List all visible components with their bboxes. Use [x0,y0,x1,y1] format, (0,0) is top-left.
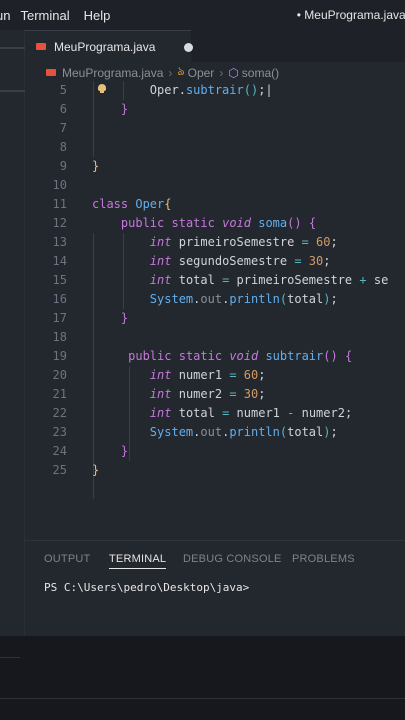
line-number: 12 [52,216,67,230]
divider [0,657,20,658]
line-text: } [120,311,129,325]
code-line: 9 } [25,157,405,176]
line-text: } [92,463,100,477]
code-area[interactable]: 5 Oper.subtrair();| 6 } 7 8 9 } 10 11 cl… [25,81,405,499]
line-number: 11 [52,197,67,211]
line-number: 17 [52,311,67,325]
java-file-icon [35,42,47,52]
tab-problems[interactable]: PROBLEMS [292,553,355,565]
chevron-right-icon: › [168,66,173,80]
code-line: 5 Oper.subtrair();| [25,81,405,100]
terminal-prompt[interactable]: PS C:\Users\pedro\Desktop\java> [44,581,249,594]
code-line: 18 [25,328,405,347]
code-line: 13 int primeiroSemestre = 60; [25,233,405,252]
code-line: 22 int total = numer1 - numer2; [25,404,405,423]
panel-tabs: OUTPUT TERMINAL DEBUG CONSOLE PROBLEMS [25,549,405,571]
code-line: 24 } [25,442,405,461]
menu-bar: un Terminal Help • MeuPrograma.java - [0,0,405,30]
line-number: 20 [52,368,67,382]
line-text: int primeiroSemestre = 60; [149,235,338,249]
line-number: 9 [59,159,67,173]
line-text: System.out.println(total); [149,292,338,306]
sidebar-divider [0,47,25,49]
line-text: int numer1 = 60; [149,368,266,382]
line-number: 8 [59,140,67,154]
line-number: 22 [52,406,67,420]
code-line: 19 public static void subtrair() { [25,347,405,366]
java-file-icon [45,68,57,78]
code-line: 25 } [25,461,405,480]
code-line: 23 System.out.println(total); [25,423,405,442]
chevron-right-icon: › [219,66,224,80]
bottom-panel: OUTPUT TERMINAL DEBUG CONSOLE PROBLEMS P… [25,540,405,636]
line-number: 24 [52,444,67,458]
code-line: 16 System.out.println(total); [25,290,405,309]
method-icon: ⬡ [228,66,239,80]
line-number: 23 [52,425,67,439]
line-text: int total = numer1 - numer2; [149,406,353,420]
line-number: 13 [52,235,67,249]
code-line: 17 } [25,309,405,328]
bottom-strip [0,636,405,720]
line-text: } [120,444,129,458]
sidebar-divider [0,90,25,92]
class-icon: ঌ [177,64,185,78]
line-number: 25 [52,463,67,477]
line-text: int segundoSemestre = 30; [149,254,331,268]
line-number: 19 [52,349,67,363]
line-number: 16 [52,292,67,306]
tab-label: MeuPrograma.java [54,39,156,54]
line-number: 18 [52,330,67,344]
code-line: 10 [25,176,405,195]
line-text: public static void soma() { [120,216,317,230]
line-number: 6 [59,102,67,116]
breadcrumb-file[interactable]: MeuPrograma.java [62,66,163,80]
line-text: int numer2 = 30; [149,387,266,401]
line-number: 5 [59,83,67,97]
tab-debug-console[interactable]: DEBUG CONSOLE [183,553,282,565]
code-line: 7 [25,119,405,138]
line-text: int total = primeiroSemestre + se [149,273,389,287]
tab-output[interactable]: OUTPUT [44,553,90,565]
tab-terminal[interactable]: TERMINAL [109,553,167,569]
code-line: 14 int segundoSemestre = 30; [25,252,405,271]
breadcrumb-class[interactable]: Oper [188,66,215,80]
menu-terminal[interactable]: Terminal [20,8,69,23]
line-text: class Oper{ [92,197,172,211]
line-number: 7 [59,121,67,135]
line-text: } [120,102,129,116]
breadcrumb-method[interactable]: soma() [242,66,279,80]
code-line: 6 } [25,100,405,119]
code-line: 20 int numer1 = 60; [25,366,405,385]
code-line: 15 int total = primeiroSemestre + se [25,271,405,290]
sidebar-strip [0,30,25,636]
code-line: 21 int numer2 = 30; [25,385,405,404]
tab-meuprograma[interactable]: MeuPrograma.java [25,30,193,62]
line-number: 14 [52,254,67,268]
line-number: 15 [52,273,67,287]
divider [0,698,405,699]
editor: MeuPrograma.java MeuPrograma.java › ঌ Op… [25,30,405,540]
window-title: • MeuPrograma.java - [296,8,405,22]
line-text: System.out.println(total); [149,425,338,439]
tab-bar: MeuPrograma.java [25,30,405,62]
line-number: 10 [52,178,67,192]
line-text: } [92,159,100,173]
code-line: 11 class Oper{ [25,195,405,214]
menu-run[interactable]: un [0,8,10,23]
unsaved-dot-icon[interactable] [184,43,193,52]
menu-help[interactable]: Help [84,8,111,23]
line-number: 21 [52,387,67,401]
line-text: public static void subtrair() { [128,349,353,363]
line-text: Oper.subtrair();| [149,83,273,97]
code-line: 8 [25,138,405,157]
code-line: 12 public static void soma() { [25,214,405,233]
